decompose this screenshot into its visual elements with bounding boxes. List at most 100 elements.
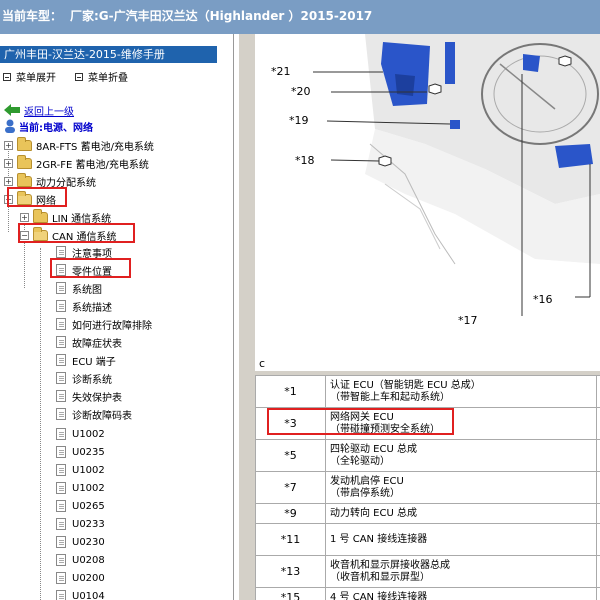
tree-item-diagnosis-system[interactable]: 诊断系统 xyxy=(56,370,112,386)
tree-item-label: ECU 端子 xyxy=(72,356,116,368)
part-name-main: 发动机启停 ECU xyxy=(330,475,404,487)
back-link-label: 返回上一级 xyxy=(24,106,74,118)
part-code: *11 xyxy=(255,523,326,556)
part-name: 4 号 CAN 接线连接器 xyxy=(325,587,597,600)
tree-item-label: U0104 xyxy=(72,590,105,600)
tree-item-label: 故障症状表 xyxy=(72,338,122,350)
callout-18: *18 xyxy=(295,154,315,167)
manual-title: 广州丰田-汉兰达-2015-维修手册 xyxy=(0,46,217,63)
document-icon xyxy=(56,464,66,476)
part-name-sub: （带智能上车和起动系统） xyxy=(330,391,450,403)
document-icon xyxy=(56,318,66,330)
back-link[interactable]: 返回上一级 xyxy=(4,102,74,118)
tree-item-dtc[interactable]: U1002 xyxy=(56,480,105,496)
expand-toggle-icon[interactable]: + xyxy=(20,212,29,222)
document-icon xyxy=(56,572,66,584)
document-icon xyxy=(56,390,66,402)
table-row: *9 动力转向 ECU 总成 xyxy=(255,503,600,524)
document-icon xyxy=(56,354,66,366)
highlight-network xyxy=(7,187,67,207)
current-location: 当前:电源、网络 xyxy=(4,118,93,134)
title-bar: 当前车型： 厂家:G-广汽丰田汉兰达（Highlander ）2015-2017 xyxy=(0,0,600,34)
part-name: 收音机和显示屏接收器总成 （收音机和显示屏型） xyxy=(325,555,597,588)
title-prefix: 当前车型： xyxy=(2,9,63,23)
table-row: *7 发动机启停 ECU （带启停系统） xyxy=(255,471,600,504)
tree-item-dtc[interactable]: U0265 xyxy=(56,498,105,514)
document-icon xyxy=(56,536,66,548)
table-row: *15 4 号 CAN 接线连接器 xyxy=(255,587,600,600)
tree-item-dtc[interactable]: U1002 xyxy=(56,426,105,442)
expand-menu-button[interactable]: 菜单展开 xyxy=(3,69,56,84)
tree-item-label: U1002 xyxy=(72,464,105,476)
document-icon xyxy=(56,408,66,420)
tree-item-dtc[interactable]: U1002 xyxy=(56,462,105,478)
expand-toggle-icon[interactable]: + xyxy=(4,176,13,186)
part-name: 动力转向 ECU 总成 xyxy=(325,503,597,524)
person-icon xyxy=(5,119,15,133)
tree-item-dtc[interactable]: U0104 xyxy=(56,588,105,600)
tree-item-fail-safe[interactable]: 失效保护表 xyxy=(56,388,122,404)
back-arrow-icon xyxy=(4,104,20,116)
tree-item-dtc[interactable]: U0200 xyxy=(56,570,105,586)
tree-item-dtc[interactable]: U0208 xyxy=(56,552,105,568)
tree-item-label: U0208 xyxy=(72,554,105,566)
part-name: 四轮驱动 ECU 总成 （全轮驱动） xyxy=(325,439,597,472)
folder-icon xyxy=(33,208,48,223)
tree-item-dtc[interactable]: U0235 xyxy=(56,444,105,460)
tree-item-label: 系统图 xyxy=(72,284,102,296)
tree-item-troubleshooting[interactable]: 如何进行故障排除 xyxy=(56,316,152,332)
part-code: *13 xyxy=(255,555,326,588)
part-name: 发动机启停 ECU （带启停系统） xyxy=(325,471,597,504)
tree-item-2gr-fe[interactable]: + 2GR-FE 蓄电池/充电系统 xyxy=(4,154,149,171)
folder-icon xyxy=(17,172,32,187)
part-name-main: 收音机和显示屏接收器总成 xyxy=(330,559,450,571)
highlight-gateway-ecu xyxy=(267,408,454,435)
tree-item-label: 失效保护表 xyxy=(72,392,122,404)
tree-item-system-diagram[interactable]: 系统图 xyxy=(56,280,102,296)
part-name: 认证 ECU（智能钥匙 ECU 总成） （带智能上车和起动系统） xyxy=(325,375,597,408)
tree-item-symptom-table[interactable]: 故障症状表 xyxy=(56,334,122,350)
current-location-label: 当前:电源、网络 xyxy=(19,122,93,134)
content-panel: *21 *20 *19 *18 *17 *16 c *1 认证 ECU（智能钥匙… xyxy=(239,34,600,600)
callout-20: *20 xyxy=(291,85,311,98)
tree-item-label: U0235 xyxy=(72,446,105,458)
folder-icon xyxy=(17,154,32,169)
part-name-sub: （收音机和显示屏型） xyxy=(330,571,430,583)
expand-toggle-icon[interactable]: + xyxy=(4,158,13,168)
tree-item-8ar-fts[interactable]: + 8AR-FTS 蓄电池/充电系统 xyxy=(4,136,154,153)
document-icon xyxy=(56,246,66,258)
tree-item-label: U0230 xyxy=(72,536,105,548)
document-icon xyxy=(56,336,66,348)
collapse-menu-button[interactable]: 菜单折叠 xyxy=(75,69,128,84)
tree-item-dtc[interactable]: U0230 xyxy=(56,534,105,550)
tree-item-system-description[interactable]: 系统描述 xyxy=(56,298,112,314)
table-row: *1 认证 ECU（智能钥匙 ECU 总成） （带智能上车和起动系统） xyxy=(255,375,600,408)
tree-item-label: 系统描述 xyxy=(72,302,112,314)
part-code: *5 xyxy=(255,439,326,472)
part-code: *9 xyxy=(255,503,326,524)
tree-item-label: 如何进行故障排除 xyxy=(72,320,152,332)
tree-item-dtc[interactable]: U0233 xyxy=(56,516,105,532)
tree-item-dtc-table[interactable]: 诊断故障码表 xyxy=(56,406,132,422)
document-icon xyxy=(56,518,66,530)
tree-item-ecu-terminals[interactable]: ECU 端子 xyxy=(56,352,116,368)
collapse-icon xyxy=(75,72,83,81)
callout-17: *17 xyxy=(458,314,478,327)
part-name-main: 1 号 CAN 接线连接器 xyxy=(330,533,428,545)
callout-21: *21 xyxy=(271,65,291,78)
document-icon xyxy=(56,446,66,458)
vehicle-model-title: 厂家:G-广汽丰田汉兰达（Highlander ）2015-2017 xyxy=(70,9,373,23)
expand-icon xyxy=(3,72,11,81)
tree-item-label: 诊断故障码表 xyxy=(72,410,132,422)
document-icon xyxy=(56,372,66,384)
table-row: *13 收音机和显示屏接收器总成 （收音机和显示屏型） xyxy=(255,555,600,588)
document-icon xyxy=(56,554,66,566)
part-name: 1 号 CAN 接线连接器 xyxy=(325,523,597,556)
tree-item-label: 诊断系统 xyxy=(72,374,112,386)
expand-toggle-icon[interactable]: + xyxy=(4,140,13,150)
document-icon xyxy=(56,590,66,600)
parts-location-diagram: *21 *20 *19 *18 *17 *16 xyxy=(255,34,600,371)
expand-menu-label: 菜单展开 xyxy=(16,73,56,84)
part-name-sub: （带启停系统） xyxy=(330,487,400,499)
document-icon xyxy=(56,428,66,440)
